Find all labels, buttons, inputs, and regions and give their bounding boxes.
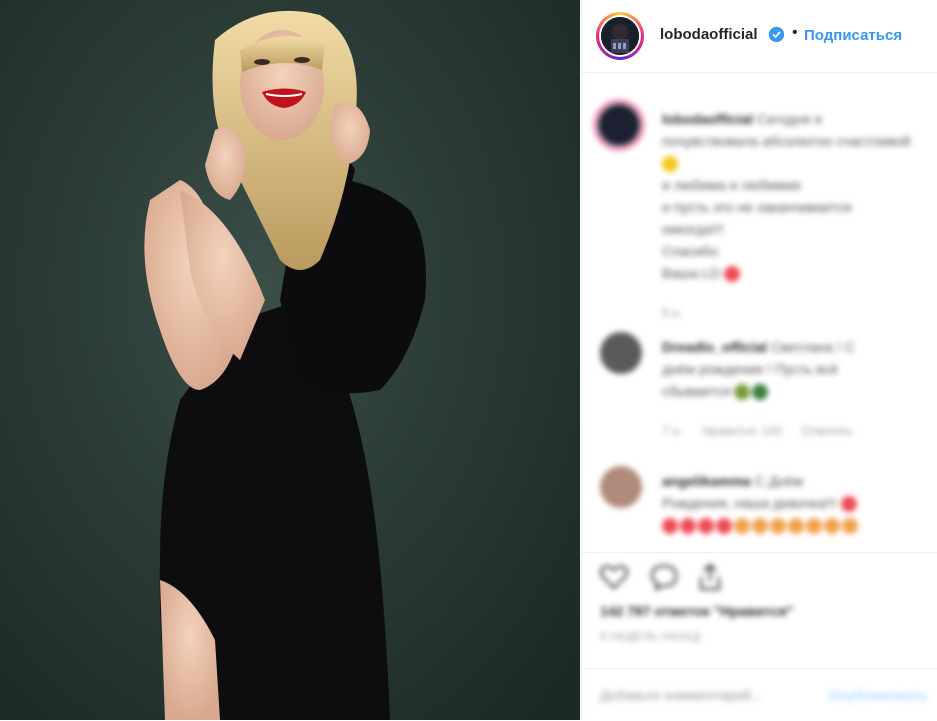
comment-line: С Днём	[754, 473, 804, 489]
share-icon[interactable]	[694, 561, 726, 593]
reply-link[interactable]: Ответить	[802, 424, 853, 438]
comment-line: никогда!!!	[662, 221, 724, 237]
comment-author[interactable]: lobodaofficial	[662, 111, 753, 127]
emoji-icon	[770, 518, 786, 535]
comment-bubble-icon[interactable]	[648, 561, 680, 593]
comments-list: lobodaofficial Сегодня я почувствовала а…	[582, 90, 937, 550]
comment-time: 9 н.	[662, 306, 682, 320]
emoji-icon	[662, 156, 678, 173]
comment-body: lobodaofficial Сегодня я почувствовала а…	[662, 108, 932, 284]
comment-body: Dreadlo_official Светлана ! С днём рожде…	[662, 336, 932, 402]
heart-emoji-icon	[716, 518, 732, 535]
emoji-icon	[824, 518, 840, 535]
comment-avatar[interactable]	[600, 332, 642, 374]
like-heart-icon[interactable]	[598, 561, 630, 593]
emoji-icon	[734, 384, 751, 401]
post-photo[interactable]	[0, 0, 580, 720]
emoji-icon	[842, 518, 858, 535]
comment-line: почувствовала абсолютно счастливой	[662, 133, 911, 149]
comment-line: сбывается	[662, 383, 731, 399]
post-side-panel: lobodaofficial • Подписаться lobodaoffic…	[581, 0, 937, 720]
separator-dot: •	[792, 24, 798, 41]
comment-line: Спасибо	[662, 243, 719, 259]
comment-line: Ваша LD	[662, 265, 720, 281]
emoji-icon	[806, 518, 822, 535]
add-comment-bar: Добавьте комментарий... Опубликовать	[582, 668, 937, 721]
verified-badge-icon	[768, 26, 785, 43]
comment-line: Сегодня я	[756, 111, 823, 127]
post-photo-illustration	[144, 10, 426, 720]
emoji-icon	[752, 518, 768, 535]
heart-emoji-icon	[723, 266, 740, 283]
emoji-icon	[752, 384, 769, 401]
post-actions: 142 787 отметок "Нравится" 9 НЕДЕЛЬ НАЗА…	[582, 552, 937, 673]
emoji-icon	[734, 518, 750, 535]
comment-time: 7 н.	[662, 424, 682, 438]
comment-line: Светлана ! С	[770, 339, 855, 355]
comment-author[interactable]: angelikamma	[662, 473, 751, 489]
comment-line: и любима и любимая	[662, 177, 801, 193]
author-avatar[interactable]	[596, 12, 644, 60]
comment-input[interactable]: Добавьте комментарий...	[600, 687, 762, 703]
emoji-icon	[788, 518, 804, 535]
post-date: 9 НЕДЕЛЬ НАЗАД	[600, 631, 701, 643]
heart-emoji-icon	[662, 518, 678, 535]
comment-line: и пусть это не заканчивается	[662, 199, 852, 215]
author-username[interactable]: lobodaofficial	[660, 26, 758, 43]
post-header: lobodaofficial • Подписаться	[582, 0, 937, 73]
heart-emoji-icon	[680, 518, 696, 535]
heart-emoji-icon	[698, 518, 714, 535]
comment-avatar[interactable]	[600, 466, 642, 508]
likes-count[interactable]: 142 787 отметок "Нравится"	[600, 603, 793, 619]
comment-avatar[interactable]	[598, 104, 640, 146]
comment-author[interactable]: Dreadlo_official	[662, 339, 767, 355]
comment-likes[interactable]: Нравится: 140	[702, 424, 782, 438]
heart-emoji-icon	[840, 496, 857, 513]
publish-button[interactable]: Опубликовать	[828, 687, 928, 703]
comment-body: angelikamma С Днём Рождения, наша девочк…	[662, 470, 932, 536]
comment-line: Рождения, наша девочка!!!	[662, 495, 837, 511]
comment-line: днём рождения ! Пусть всё	[662, 361, 839, 377]
follow-button[interactable]: Подписаться	[804, 27, 902, 44]
comment-meta: 7 н. Нравится: 140 Ответить	[662, 424, 922, 438]
